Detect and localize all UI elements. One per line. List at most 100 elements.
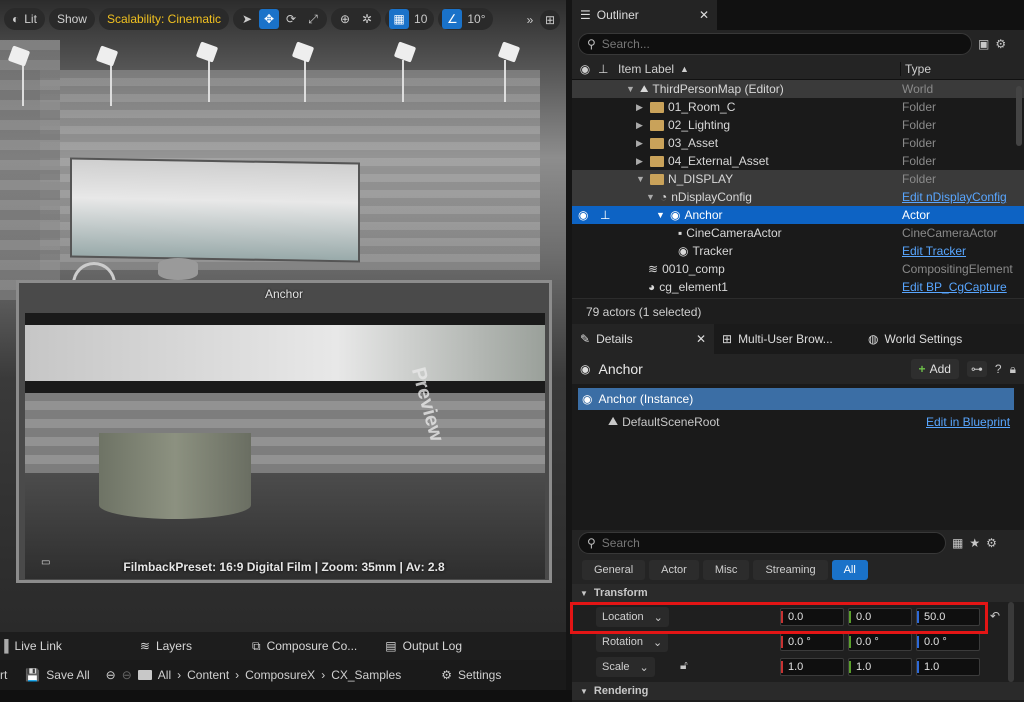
gear-icon: ⚙	[441, 668, 452, 682]
surface-snap-icon[interactable]: ✲	[357, 9, 377, 29]
grid-icon[interactable]: ▦	[389, 9, 410, 29]
folder-icon	[650, 137, 664, 149]
light-icon[interactable]	[497, 41, 521, 102]
star-icon[interactable]: ★	[969, 536, 980, 550]
breadcrumb-all[interactable]: All	[158, 668, 171, 682]
column-type[interactable]: Type	[900, 61, 931, 76]
column-item-label[interactable]: Item Label	[618, 62, 674, 76]
tab-multi-user[interactable]: ⊞ Multi-User Brow...	[714, 324, 860, 354]
eye-icon[interactable]: ◉	[572, 62, 598, 76]
item-type: Folder	[902, 172, 937, 186]
tab-composure[interactable]: ⧉ Composure Co...	[238, 632, 371, 660]
light-icon[interactable]	[195, 41, 219, 102]
outliner-scrollbar[interactable]	[1016, 86, 1022, 146]
tab-output-log[interactable]: ▤ Output Log	[371, 632, 476, 660]
unlock-icon[interactable]: 🔓︎	[680, 658, 688, 673]
list-item[interactable]: ≋ 0010_comp CompositingElement	[572, 260, 1024, 278]
item-label: N_DISPLAY	[668, 172, 734, 186]
scale-x-field[interactable]: 1.0	[780, 658, 844, 676]
save-all-button[interactable]: Save All	[46, 668, 89, 682]
angle-icon[interactable]: ∠	[442, 9, 463, 29]
gear-icon[interactable]: ⚙	[995, 37, 1006, 51]
scale-z-field[interactable]: 1.0	[916, 658, 980, 676]
filter-actor[interactable]: Actor	[649, 560, 699, 580]
filter-misc[interactable]: Misc	[702, 560, 750, 580]
pin-icon[interactable]: ⊥	[600, 208, 610, 222]
breadcrumb-content[interactable]: Content	[187, 668, 229, 682]
list-item[interactable]: ▶ 04_External_Asset Folder	[572, 152, 1024, 170]
actor-name[interactable]: Anchor	[598, 361, 642, 377]
light-icon[interactable]	[7, 45, 31, 106]
level-viewport[interactable]: ◐ Lit Show Scalability: Cinematic ➤ ✥ ⟳ ⤢…	[0, 0, 566, 632]
light-icon[interactable]	[95, 45, 119, 106]
list-item[interactable]: ◉ Tracker Edit Tracker	[572, 242, 1024, 260]
help-icon[interactable]: ?	[995, 362, 1002, 376]
details-scrollbar[interactable]	[1008, 602, 1014, 682]
select-cursor-icon[interactable]: ➤	[237, 9, 257, 29]
layout-grid-icon[interactable]: ⊞	[540, 10, 560, 30]
section-rendering[interactable]: ▼ Rendering	[572, 682, 1024, 700]
table-view-icon[interactable]: ▦	[952, 536, 963, 550]
pin-icon[interactable]: ⊥	[598, 62, 618, 76]
list-item[interactable]: ▼ ◔ nDisplayConfig Edit nDisplayConfig	[572, 188, 1024, 206]
scale-dropdown[interactable]: Scale ⌄	[596, 657, 655, 677]
lit-button[interactable]: ◐ Lit	[4, 8, 45, 30]
eye-icon[interactable]: ◉	[578, 208, 588, 222]
lock-icon[interactable]: 🔒︎	[1010, 362, 1016, 377]
show-button[interactable]: Show	[48, 8, 95, 30]
add-folder-icon[interactable]: ▣	[978, 37, 989, 51]
edit-bp-link[interactable]: Edit BP_CgCapture	[902, 280, 1007, 294]
list-item[interactable]: ▪ CineCameraActor CineCameraActor	[572, 224, 1024, 242]
filter-general[interactable]: General	[582, 560, 646, 580]
breadcrumb-cx-samples[interactable]: CX_Samples	[331, 668, 401, 682]
rotate-icon[interactable]: ⟳	[281, 9, 301, 29]
edit-tracker-link[interactable]: Edit Tracker	[902, 244, 966, 258]
list-item[interactable]: ▶ 01_Room_C Folder	[572, 98, 1024, 116]
settings-button[interactable]: Settings	[458, 668, 501, 682]
rotation-dropdown[interactable]: Rotation ⌄	[596, 632, 669, 652]
scale-icon[interactable]: ⤢	[303, 9, 323, 29]
reset-arrow-icon[interactable]: ↶	[990, 609, 1000, 623]
tab-outliner[interactable]: ☰ Outliner ✕	[572, 0, 717, 30]
breadcrumb-composurex[interactable]: ComposureX	[245, 668, 315, 682]
angle-snap-value[interactable]: 10°	[464, 12, 488, 26]
edit-ndisplay-link[interactable]: Edit nDisplayConfig	[902, 190, 1007, 204]
list-item[interactable]: ▶ 02_Lighting Folder	[572, 116, 1024, 134]
details-search-input[interactable]: ⚲ Search	[578, 532, 946, 554]
light-icon[interactable]	[291, 41, 315, 102]
list-item[interactable]: ◕ cg_element1 Edit BP_CgCapture	[572, 278, 1024, 296]
forward-icon[interactable]: ⊖	[122, 668, 132, 682]
rotation-x-field[interactable]: 0.0 °	[780, 633, 844, 651]
tab-world-settings[interactable]: ◍ World Settings	[860, 324, 971, 354]
move-icon[interactable]: ✥	[259, 9, 280, 29]
section-transform[interactable]: ▼ Transform	[572, 584, 1024, 602]
scale-y-field[interactable]: 1.0	[848, 658, 912, 676]
expand-arrows-icon[interactable]: »	[520, 10, 540, 30]
rotation-y-field[interactable]: 0.0 °	[848, 633, 912, 651]
filter-streaming[interactable]: Streaming	[753, 560, 828, 580]
list-item[interactable]: ▶ 03_Asset Folder	[572, 134, 1024, 152]
component-instance[interactable]: ◉ Anchor (Instance)	[578, 388, 1014, 410]
world-space-icon[interactable]: ⊕	[335, 9, 355, 29]
list-item-selected[interactable]: ◉ ⊥ ▼ ◉ Anchor Actor	[572, 206, 1024, 224]
list-item[interactable]: ▼ ⛰ ThirdPersonMap (Editor) World	[572, 80, 1024, 98]
tab-live-link[interactable]: ▐ Live Link	[0, 632, 76, 660]
back-icon[interactable]: ⊖	[106, 668, 116, 682]
close-icon[interactable]: ✕	[699, 8, 709, 22]
tab-details[interactable]: ✎ Details ✕	[572, 324, 714, 354]
list-item[interactable]: ▼ N_DISPLAY Folder	[572, 170, 1024, 188]
rotation-label: Rotation	[602, 636, 643, 648]
tab-layers[interactable]: ≋ Layers	[126, 632, 206, 660]
light-icon[interactable]	[393, 41, 417, 102]
blueprint-icon[interactable]: ⊶	[966, 361, 987, 377]
grid-snap-value[interactable]: 10	[411, 12, 430, 26]
filter-all[interactable]: All	[831, 560, 868, 580]
gear-icon[interactable]: ⚙	[986, 536, 997, 550]
edit-in-blueprint-link[interactable]: Edit in Blueprint	[926, 415, 1010, 429]
component-root[interactable]: ⛰ DefaultSceneRoot	[608, 414, 720, 429]
scalability-button[interactable]: Scalability: Cinematic	[98, 8, 230, 30]
add-component-button[interactable]: + Add	[910, 359, 959, 379]
close-icon[interactable]: ✕	[696, 332, 706, 346]
outliner-search-input[interactable]: ⚲ Search...	[578, 33, 972, 55]
rotation-z-field[interactable]: 0.0 °	[916, 633, 980, 651]
